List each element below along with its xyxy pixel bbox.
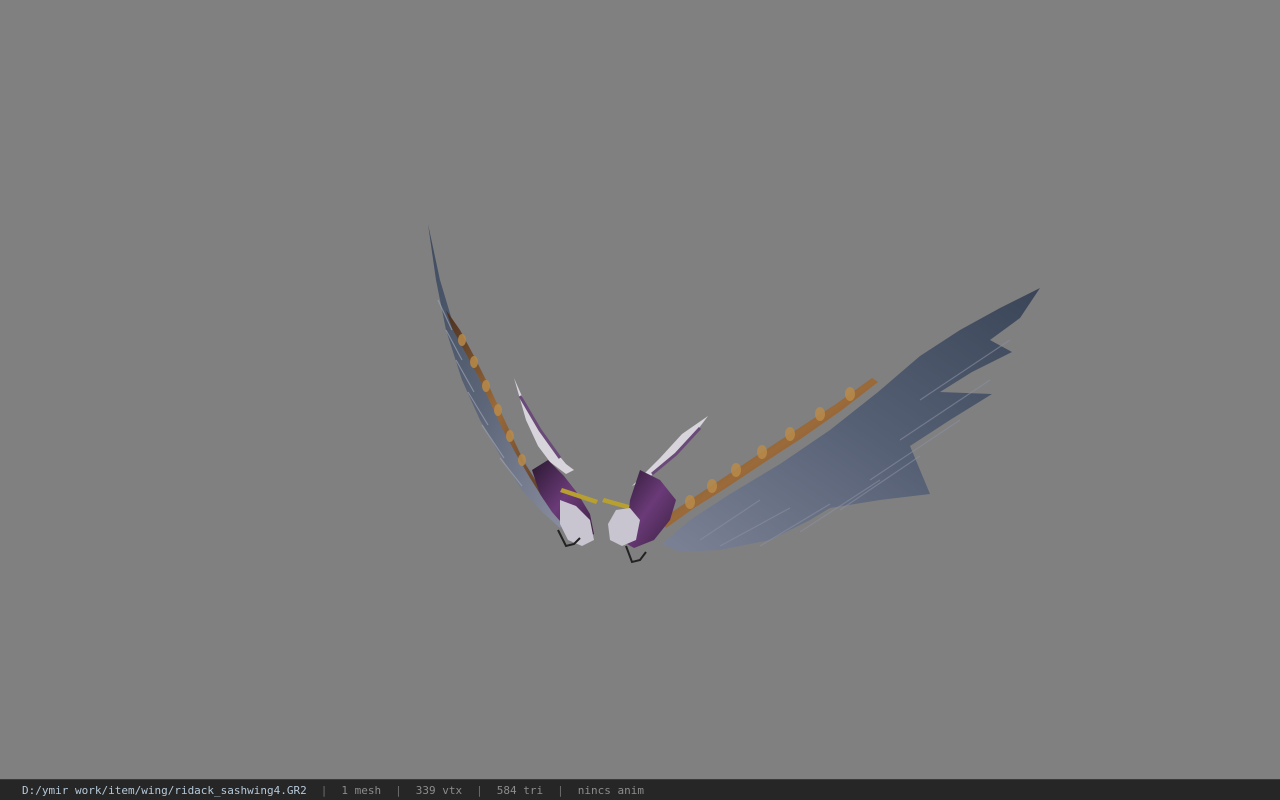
right-wing xyxy=(608,288,1040,564)
separator: | xyxy=(395,783,402,797)
wing-model xyxy=(428,224,1040,564)
3d-viewport[interactable] xyxy=(0,0,1280,779)
separator: | xyxy=(320,783,328,797)
vertex-count: 339 vtx xyxy=(415,783,463,797)
status-bar: D:/ymir work/item/wing/ridack_sashwing4.… xyxy=(0,779,1280,800)
triangle-count: 584 tri xyxy=(496,783,544,797)
left-wing xyxy=(428,224,594,548)
file-path: D:/ymir work/item/wing/ridack_sashwing4.… xyxy=(22,783,307,797)
separator: | xyxy=(476,783,483,797)
animation-status: nincs anim xyxy=(577,783,644,797)
mesh-count: 1 mesh xyxy=(341,783,382,797)
separator: | xyxy=(557,783,564,797)
